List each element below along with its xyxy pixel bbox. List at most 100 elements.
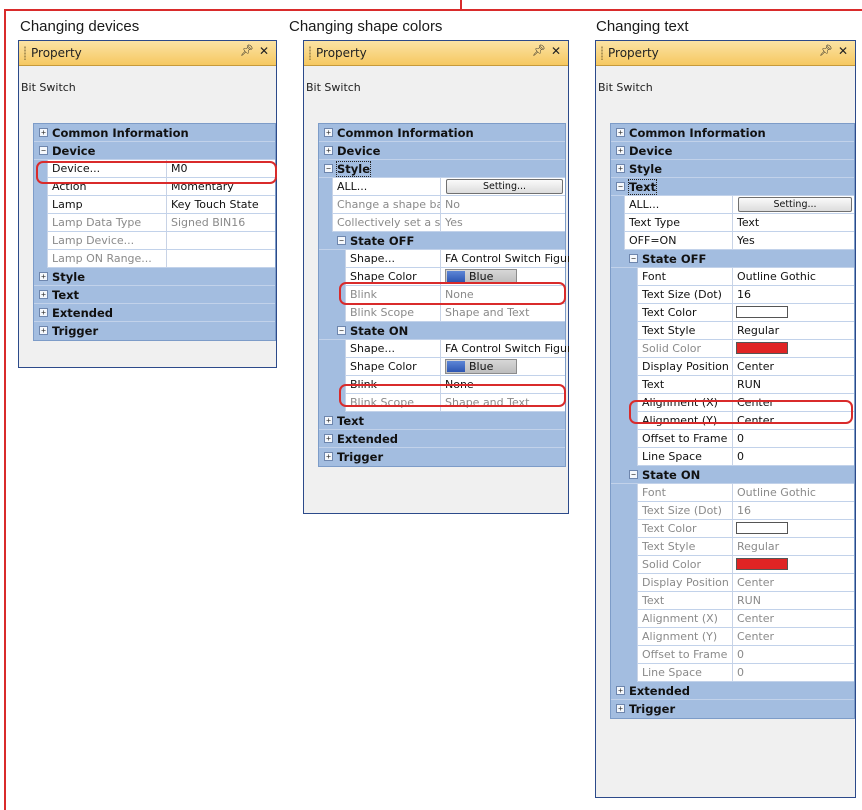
property-row-alignment-y-off[interactable]: Alignment (Y) Center <box>611 412 854 430</box>
property-row-off-on[interactable]: OFF=ON Yes <box>611 232 854 250</box>
property-row-display-position-on[interactable]: Display Position Center <box>611 574 854 592</box>
expand-icon[interactable]: + <box>324 452 333 461</box>
property-row-solid-color-on[interactable]: Solid Color <box>611 556 854 574</box>
subcategory-state-on[interactable]: − State ON <box>611 466 854 484</box>
property-row-text-type[interactable]: Text Type Text <box>611 214 854 232</box>
expand-icon[interactable]: + <box>616 128 625 137</box>
expand-icon[interactable]: + <box>39 128 48 137</box>
expand-icon[interactable]: + <box>324 434 333 443</box>
solid-color-swatch[interactable] <box>736 558 788 570</box>
property-row-shape-off[interactable]: Shape... FA Control Switch Figure <box>319 250 569 268</box>
collapse-icon[interactable]: − <box>629 254 638 263</box>
subcategory-state-off[interactable]: − State OFF <box>611 250 854 268</box>
setting-button[interactable]: Setting... <box>738 197 852 212</box>
category-text[interactable]: + Text <box>319 412 565 430</box>
shape-color-dropdown[interactable]: Blue <box>445 269 517 284</box>
property-row-text-on[interactable]: Text RUN <box>611 592 854 610</box>
property-row-alignment-x-on[interactable]: Alignment (X) Center <box>611 610 854 628</box>
close-icon[interactable]: ✕ <box>838 44 848 58</box>
subcategory-state-off[interactable]: − State OFF <box>319 232 565 250</box>
shape-color-dropdown[interactable]: Blue <box>445 359 517 374</box>
property-row-font-on[interactable]: Font Outline Gothic <box>611 484 854 502</box>
property-row-offset-to-frame-off[interactable]: Offset to Frame 0 <box>611 430 854 448</box>
expand-icon[interactable]: + <box>39 290 48 299</box>
property-row-collectively-set[interactable]: Collectively set a shapeYes <box>319 214 565 232</box>
category-trigger[interactable]: + Trigger <box>34 322 275 340</box>
pin-icon[interactable]: 📌︎ <box>240 44 254 57</box>
setting-button[interactable]: Setting... <box>446 179 563 194</box>
property-row-line-space-on[interactable]: Line Space 0 <box>611 664 854 682</box>
text-color-swatch[interactable] <box>736 306 788 318</box>
subcategory-state-on[interactable]: − State ON <box>319 322 565 340</box>
collapse-icon[interactable]: − <box>39 146 48 155</box>
expand-icon[interactable]: + <box>616 686 625 695</box>
property-row-all[interactable]: ALL... Setting... <box>611 196 854 214</box>
grip-icon[interactable] <box>601 46 603 60</box>
category-trigger[interactable]: + Trigger <box>611 700 854 718</box>
property-row-shape-color-off[interactable]: Shape Color Blue <box>319 268 565 286</box>
expand-icon[interactable]: + <box>324 146 333 155</box>
category-trigger[interactable]: + Trigger <box>319 448 565 466</box>
category-common-information[interactable]: + Common Information <box>34 124 275 142</box>
collapse-icon[interactable]: − <box>337 236 346 245</box>
property-row-action[interactable]: Action Momentary <box>34 178 275 196</box>
category-extended[interactable]: + Extended <box>611 682 854 700</box>
property-row-line-space-off[interactable]: Line Space 0 <box>611 448 854 466</box>
category-extended[interactable]: + Extended <box>34 304 275 322</box>
category-text[interactable]: − Text <box>611 178 854 196</box>
property-row-solid-color-off[interactable]: Solid Color <box>611 340 854 358</box>
property-row-text-size-off[interactable]: Text Size (Dot) 16 <box>611 286 854 304</box>
property-row-change-shape-base[interactable]: Change a shape baseNo <box>319 196 565 214</box>
expand-icon[interactable]: + <box>616 164 625 173</box>
property-row-text-color-on[interactable]: Text Color <box>611 520 854 538</box>
close-icon[interactable]: ✕ <box>551 44 561 58</box>
property-row-lamp-on-range[interactable]: Lamp ON Range... <box>34 250 275 268</box>
category-common-information[interactable]: + Common Information <box>319 124 565 142</box>
category-style[interactable]: + Style <box>34 268 275 286</box>
property-row-shape-on[interactable]: Shape... FA Control Switch Figure <box>319 340 569 358</box>
expand-icon[interactable]: + <box>39 326 48 335</box>
property-row-lamp-data-type[interactable]: Lamp Data Type Signed BIN16 <box>34 214 275 232</box>
property-row-alignment-y-on[interactable]: Alignment (Y) Center <box>611 628 854 646</box>
property-row-lamp-device[interactable]: Lamp Device... <box>34 232 275 250</box>
property-row-text-color-off[interactable]: Text Color <box>611 304 854 322</box>
expand-icon[interactable]: + <box>39 308 48 317</box>
property-row-text-off[interactable]: Text RUN <box>611 376 854 394</box>
category-style[interactable]: + Style <box>611 160 854 178</box>
grip-icon[interactable] <box>24 46 26 60</box>
grip-icon[interactable] <box>309 46 311 60</box>
property-row-blink-on[interactable]: Blink None <box>319 376 565 394</box>
expand-icon[interactable]: + <box>616 704 625 713</box>
expand-icon[interactable]: + <box>324 416 333 425</box>
category-extended[interactable]: + Extended <box>319 430 565 448</box>
property-row-lamp[interactable]: Lamp Key Touch State <box>34 196 275 214</box>
expand-icon[interactable]: + <box>39 272 48 281</box>
category-common-information[interactable]: + Common Information <box>611 124 854 142</box>
property-row-device[interactable]: Device... M0 <box>34 160 275 178</box>
property-row-all[interactable]: ALL... Setting... <box>319 178 565 196</box>
category-device[interactable]: + Device <box>319 142 565 160</box>
expand-icon[interactable]: + <box>324 128 333 137</box>
category-device[interactable]: − Device <box>34 142 275 160</box>
category-device[interactable]: + Device <box>611 142 854 160</box>
property-row-display-position-off[interactable]: Display Position Center <box>611 358 854 376</box>
expand-icon[interactable]: + <box>616 146 625 155</box>
property-row-text-style-on[interactable]: Text Style Regular <box>611 538 854 556</box>
property-row-text-size-on[interactable]: Text Size (Dot) 16 <box>611 502 854 520</box>
pin-icon[interactable]: 📌︎ <box>819 44 833 57</box>
collapse-icon[interactable]: − <box>616 182 625 191</box>
property-row-font-off[interactable]: Font Outline Gothic <box>611 268 854 286</box>
category-style[interactable]: − Style <box>319 160 565 178</box>
collapse-icon[interactable]: − <box>629 470 638 479</box>
collapse-icon[interactable]: − <box>337 326 346 335</box>
solid-color-swatch[interactable] <box>736 342 788 354</box>
property-row-alignment-x-off[interactable]: Alignment (X) Center <box>611 394 854 412</box>
pin-icon[interactable]: 📌︎ <box>532 44 546 57</box>
text-color-swatch[interactable] <box>736 522 788 534</box>
property-row-offset-to-frame-on[interactable]: Offset to Frame 0 <box>611 646 854 664</box>
property-row-blink-off[interactable]: Blink None <box>319 286 565 304</box>
property-row-shape-color-on[interactable]: Shape Color Blue <box>319 358 565 376</box>
property-row-blink-scope-off[interactable]: Blink Scope Shape and Text <box>319 304 565 322</box>
collapse-icon[interactable]: − <box>324 164 333 173</box>
close-icon[interactable]: ✕ <box>259 44 269 58</box>
